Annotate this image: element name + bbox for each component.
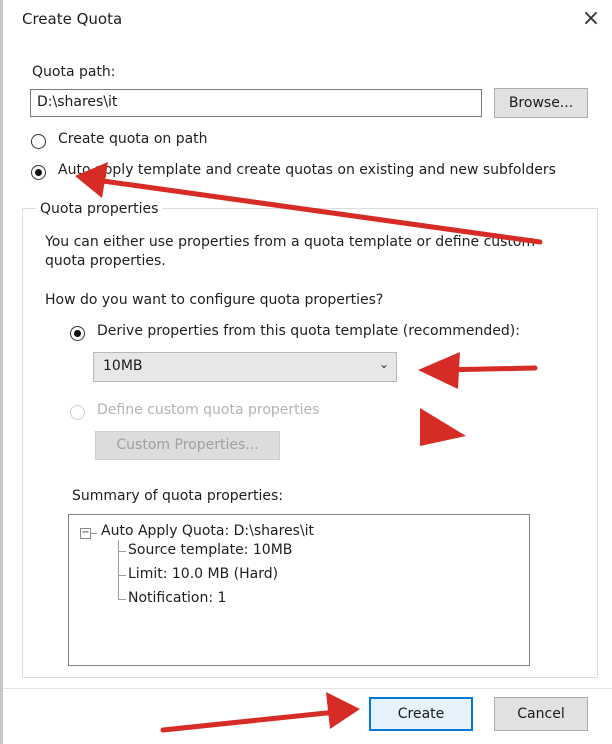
footer-separator — [3, 688, 612, 689]
custom-properties-button[interactable]: Custom Properties... — [95, 431, 280, 460]
auto-apply-label[interactable]: Auto apply template and create quotas on… — [58, 162, 556, 178]
custom-properties-radio[interactable] — [70, 405, 85, 420]
create-button[interactable]: Create — [369, 697, 473, 731]
tree-branch-line — [118, 599, 126, 600]
close-icon[interactable]: × — [578, 6, 604, 32]
summary-root: Auto Apply Quota: D:\shares\it — [101, 523, 315, 539]
summary-item: Source template: 10MB — [128, 542, 293, 558]
tree-trunk-line — [118, 540, 119, 600]
quota-properties-group-label: Quota properties — [36, 201, 163, 217]
summary-item: Notification: 1 — [128, 590, 227, 606]
custom-properties-label[interactable]: Define custom quota properties — [97, 402, 319, 418]
properties-description-line1: You can either use properties from a quo… — [45, 234, 536, 250]
derive-template-radio[interactable] — [70, 326, 85, 341]
tree-connector — [91, 533, 97, 534]
summary-item: Limit: 10.0 MB (Hard) — [128, 566, 279, 582]
quota-path-label: Quota path: — [32, 64, 116, 80]
template-select[interactable]: 10MB — [93, 352, 397, 382]
derive-template-label[interactable]: Derive properties from this quota templa… — [97, 323, 520, 339]
tree-branch-line — [118, 575, 126, 576]
create-on-path-radio[interactable] — [31, 134, 46, 149]
quota-path-input[interactable]: D:\shares\it — [30, 89, 482, 117]
properties-description-line2: quota properties. — [45, 253, 166, 269]
dialog-title: Create Quota — [22, 10, 123, 28]
configure-question: How do you want to configure quota prope… — [45, 292, 384, 308]
auto-apply-radio[interactable] — [31, 165, 46, 180]
collapse-icon[interactable]: − — [80, 528, 91, 539]
summary-label: Summary of quota properties: — [72, 488, 284, 504]
create-on-path-label[interactable]: Create quota on path — [58, 131, 208, 147]
tree-branch-line — [118, 551, 126, 552]
chevron-down-icon[interactable]: ⌄ — [379, 357, 389, 371]
cancel-button[interactable]: Cancel — [494, 697, 588, 731]
browse-button[interactable]: Browse... — [494, 88, 588, 118]
